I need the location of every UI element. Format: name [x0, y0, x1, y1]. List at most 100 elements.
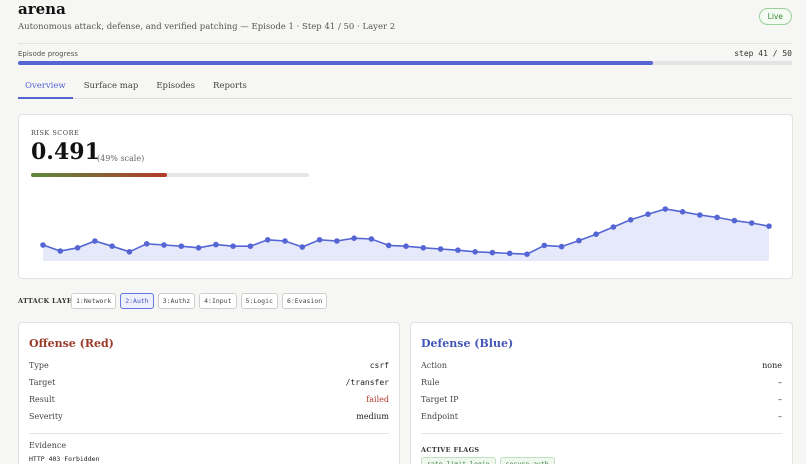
sparkline-point: [610, 224, 617, 230]
sparkline-point: [576, 237, 582, 244]
tab-overview[interactable]: Overview: [18, 75, 73, 99]
sparkline-point: [558, 243, 565, 250]
row-value: failed: [366, 395, 389, 404]
tab-surface-map[interactable]: Surface map: [77, 75, 146, 99]
sparkline-point: [368, 236, 375, 242]
layer-chip-evasion[interactable]: 6:Evasion: [281, 293, 328, 309]
row-key: Type: [29, 361, 49, 370]
row-value: /transfer: [345, 378, 389, 387]
defense-row-target-ip: Target IP –: [421, 395, 782, 409]
row-value: –: [778, 395, 782, 404]
offense-row-type: Type csrf: [29, 361, 389, 375]
row-value: medium: [356, 412, 389, 421]
sparkline-point: [178, 243, 185, 249]
offense-row-result: Result failed: [29, 395, 389, 409]
row-value: –: [778, 378, 782, 387]
main-tabs: Overview Surface map Episodes Reports: [18, 75, 792, 99]
layer-chip-auth[interactable]: 2:Auth: [120, 293, 154, 309]
sparkline-point: [334, 238, 340, 244]
sparkline-point: [109, 243, 115, 249]
row-value: csrf: [369, 361, 389, 370]
sparkline-point: [385, 242, 392, 249]
row-key: Endpoint: [421, 412, 458, 421]
sparkline-point: [316, 237, 323, 243]
row-value: none: [762, 361, 782, 370]
risk-history-sparkline: [40, 206, 772, 261]
sparkline-point: [420, 245, 427, 251]
row-key: Target IP: [421, 395, 459, 404]
sparkline-point: [195, 245, 202, 251]
sparkline-point: [645, 211, 651, 217]
offense-title: Offense (Red): [29, 337, 114, 350]
sparkline-point: [455, 247, 461, 253]
offense-panel: Offense (Red) Type csrf Target /transfer…: [18, 322, 400, 464]
sparkline-point: [524, 251, 530, 257]
episode-progress-fill: [18, 61, 653, 65]
panel-divider: [421, 433, 782, 434]
sparkline-point: [161, 242, 167, 248]
flag-badge: rate_limit_login: [421, 457, 496, 464]
evidence-label: Evidence: [29, 441, 67, 450]
attack-layer-selector: 1:Network 2:Auth 3:Authz 4:Input 5:Logic…: [71, 293, 328, 309]
layer-chip-authz[interactable]: 3:Authz: [157, 293, 196, 309]
active-flags-label: ACTIVE FLAGS: [421, 446, 480, 454]
header-divider: [18, 43, 792, 44]
app-title: arena: [18, 0, 66, 18]
defense-row-rule: Rule –: [421, 378, 782, 392]
episode-step-counter: step 41 / 50: [734, 49, 792, 58]
defense-row-endpoint: Endpoint –: [421, 412, 782, 426]
sparkline-point: [662, 206, 669, 212]
row-key: Target: [29, 378, 56, 387]
risk-score-card: RISK SCORE 0.491 (49% scale): [18, 114, 793, 279]
sparkline-point: [213, 241, 219, 248]
sparkline-point: [489, 249, 496, 256]
sparkline-point: [351, 235, 357, 241]
active-flags-list: rate_limit_login secure_auth: [421, 457, 555, 464]
flag-badge: secure_auth: [499, 457, 555, 464]
row-key: Severity: [29, 412, 63, 421]
sparkline-point: [472, 249, 478, 255]
row-key: Action: [421, 361, 447, 370]
episode-progress-label: Episode progress: [18, 50, 78, 58]
tab-reports[interactable]: Reports: [206, 75, 254, 99]
sparkline-point: [731, 217, 738, 224]
page-subtitle: Autonomous attack, defense, and verified…: [18, 22, 396, 32]
tab-episodes[interactable]: Episodes: [149, 75, 202, 99]
evidence-text: HTTP 403 Forbidden: [29, 455, 100, 463]
sparkline-point: [748, 220, 755, 226]
offense-row-severity: Severity medium: [29, 412, 389, 426]
row-key: Result: [29, 395, 55, 404]
sparkline-point: [143, 241, 150, 247]
sparkline-point: [714, 214, 720, 221]
defense-title: Defense (Blue): [421, 337, 514, 350]
sparkline-point: [697, 212, 703, 218]
layer-chip-network[interactable]: 1:Network: [71, 293, 117, 309]
layer-chip-input[interactable]: 4:Input: [199, 293, 237, 309]
sparkline-point: [247, 243, 254, 249]
attack-layer-label: ATTACK LAYER: [18, 297, 78, 305]
layer-chip-logic[interactable]: 5:Logic: [240, 293, 278, 309]
live-status-badge: Live: [758, 8, 792, 25]
sparkline-point: [57, 248, 64, 254]
row-value: –: [778, 412, 782, 421]
sparkline-point: [593, 231, 599, 237]
sparkline-point: [506, 250, 513, 257]
defense-row-action: Action none: [421, 361, 782, 375]
sparkline-point: [264, 237, 271, 243]
sparkline-point: [299, 244, 306, 250]
sparkline-point: [92, 238, 98, 244]
sparkline-point: [282, 238, 288, 244]
row-key: Rule: [421, 378, 440, 387]
sparkline-point: [40, 242, 46, 248]
panel-divider: [29, 433, 389, 434]
sparkline-point: [766, 223, 772, 229]
sparkline-point: [126, 249, 133, 255]
sparkline-point: [403, 243, 409, 249]
defense-panel: Defense (Blue) Action none Rule – Target…: [410, 322, 793, 464]
sparkline-point: [627, 217, 634, 223]
sparkline-point: [230, 243, 236, 249]
sparkline-point: [679, 209, 686, 215]
episode-progress-bar: [18, 61, 792, 65]
sparkline-point: [74, 245, 81, 251]
offense-row-target: Target /transfer: [29, 378, 389, 392]
